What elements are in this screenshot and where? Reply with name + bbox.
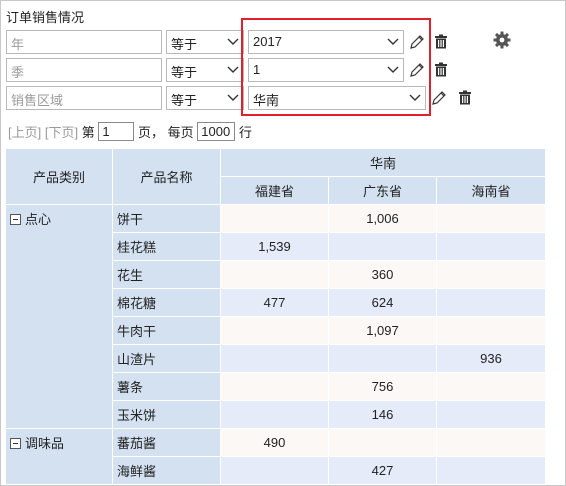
- chevron-down-icon: [227, 94, 239, 101]
- header-province: 福建省: [220, 176, 329, 205]
- value-cell: 490: [220, 428, 329, 457]
- value-cell: 360: [328, 260, 437, 289]
- value-cell: [328, 344, 437, 373]
- value-cell: [436, 400, 546, 429]
- filter-field-year[interactable]: 年: [6, 30, 162, 54]
- header-product: 产品名称: [112, 148, 221, 205]
- page-prefix-label: 第: [81, 125, 95, 140]
- product-cell: 牛肉干: [112, 316, 221, 345]
- filter-operator-select[interactable]: 等于: [166, 86, 244, 110]
- category-label: 点心: [25, 212, 52, 227]
- value-cell: [436, 288, 546, 317]
- value-cell: 1,539: [220, 232, 329, 261]
- report-title: 订单销售情况: [6, 10, 85, 25]
- product-cell: 花生: [112, 260, 221, 289]
- value-cell: [220, 344, 329, 373]
- header-region: 华南: [220, 148, 546, 177]
- value-cell: [436, 372, 546, 401]
- value-cell: [220, 456, 329, 485]
- pivot-table: 产品类别 产品名称 华南 福建省 广东省 海南省 点心 饼干 1,006 桂花糕…: [5, 148, 546, 485]
- value-column-highlight: [241, 18, 431, 116]
- filter-operator-select[interactable]: 等于: [166, 58, 244, 82]
- category-cell: 点心: [5, 204, 113, 429]
- value-cell: 1,097: [328, 316, 437, 345]
- product-cell: 薯条: [112, 372, 221, 401]
- category-cell: 调味品: [5, 428, 113, 485]
- header-province: 广东省: [328, 176, 437, 205]
- per-page-suffix-label: 行: [238, 125, 252, 140]
- value-cell: [436, 260, 546, 289]
- value-cell: [436, 316, 546, 345]
- value-cell: [220, 316, 329, 345]
- category-label: 调味品: [25, 436, 65, 451]
- product-cell: 桂花糕: [112, 232, 221, 261]
- trash-icon[interactable]: [432, 33, 450, 51]
- product-cell: 海鲜酱: [112, 456, 221, 485]
- page-number-input[interactable]: 1: [98, 122, 135, 141]
- collapse-minus-icon[interactable]: [10, 214, 21, 226]
- page-suffix-label: 页，: [137, 125, 164, 140]
- pagination-bar: [上页] [下页] 第 1 页， 每页 1000 行: [8, 122, 252, 142]
- value-cell: 624: [328, 288, 437, 317]
- product-cell: 棉花糖: [112, 288, 221, 317]
- value-cell: [220, 400, 329, 429]
- per-page-prefix-label: 每页: [167, 125, 194, 140]
- next-page-link[interactable]: [下页]: [45, 125, 78, 140]
- chevron-down-icon: [227, 38, 239, 45]
- value-cell: [328, 232, 437, 261]
- filter-operator-value: 等于: [171, 93, 198, 108]
- value-cell: 756: [328, 372, 437, 401]
- filter-operator-value: 等于: [171, 65, 198, 80]
- value-cell: 146: [328, 400, 437, 429]
- value-cell: 1,006: [328, 204, 437, 233]
- product-cell: 玉米饼: [112, 400, 221, 429]
- value-cell: [220, 260, 329, 289]
- value-cell: 427: [328, 456, 437, 485]
- trash-icon[interactable]: [456, 89, 474, 107]
- table-row: 点心 饼干 1,006: [5, 204, 546, 429]
- filter-field-quarter[interactable]: 季: [6, 58, 162, 82]
- filter-field-region[interactable]: 销售区域: [6, 86, 162, 110]
- product-cell: 蕃茄酱: [112, 428, 221, 457]
- value-cell: 477: [220, 288, 329, 317]
- value-cell: [220, 204, 329, 233]
- value-cell: 936: [436, 344, 546, 373]
- value-cell: [436, 232, 546, 261]
- rows-per-page-input[interactable]: 1000: [197, 122, 236, 141]
- gear-icon[interactable]: [492, 30, 512, 50]
- table-row: 调味品 蕃茄酱 490: [5, 428, 546, 485]
- value-cell: [220, 372, 329, 401]
- header-category: 产品类别: [5, 148, 113, 205]
- filter-operator-select[interactable]: 等于: [166, 30, 244, 54]
- value-cell: [436, 204, 546, 233]
- pencil-icon[interactable]: [430, 89, 448, 107]
- chevron-down-icon: [227, 66, 239, 73]
- product-cell: 饼干: [112, 204, 221, 233]
- value-cell: [436, 456, 546, 485]
- product-cell: 山渣片: [112, 344, 221, 373]
- header-province: 海南省: [436, 176, 546, 205]
- collapse-minus-icon[interactable]: [10, 438, 21, 450]
- prev-page-link[interactable]: [上页]: [8, 125, 41, 140]
- filter-operator-value: 等于: [171, 37, 198, 52]
- value-cell: [436, 428, 546, 457]
- trash-icon[interactable]: [432, 61, 450, 79]
- value-cell: [328, 428, 437, 457]
